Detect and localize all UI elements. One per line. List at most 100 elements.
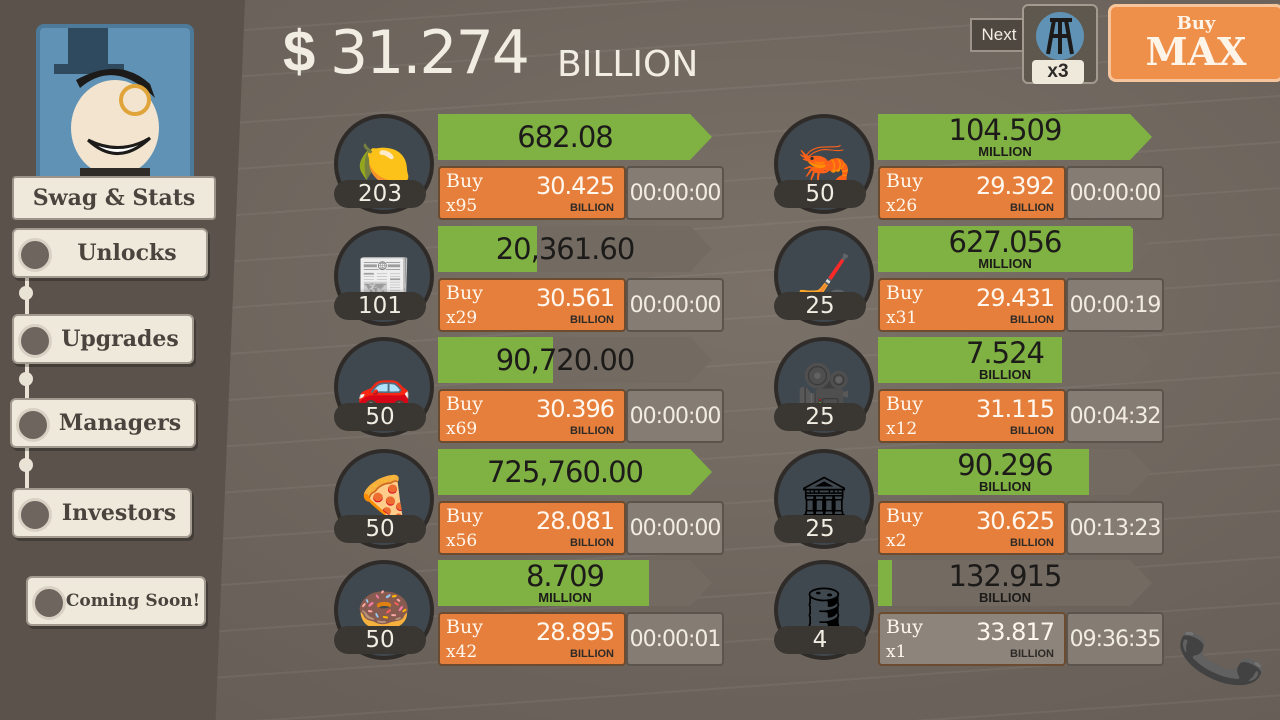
buy-quantity: x95 [446,196,478,216]
avatar[interactable] [36,24,194,192]
buy-quantity: x1 [886,642,907,662]
buy-quantity: x26 [886,196,918,216]
managers-label: Managers [58,410,182,436]
revenue-amount: 90.296 [957,448,1053,482]
revenue-unit: MILLION [538,590,592,605]
upgrades-button[interactable]: Upgrades [12,314,194,364]
menu-connector-dot [19,372,33,386]
buy-quantity: x29 [446,308,478,328]
upgrades-label: Upgrades [61,326,179,352]
buy-label: Buy [886,282,923,304]
owned-count: 101 [334,292,426,320]
revenue-progress-bar[interactable]: 90.296 BILLION [878,449,1152,495]
currency-symbol: $ [283,19,316,84]
buy-cost-unit: BILLION [1010,314,1054,326]
buy-label: Buy [446,393,483,415]
next-multiplier: x3 [1032,60,1084,84]
cycle-timer: 00:13:23 [1066,501,1164,555]
coming-soon-label: Coming Soon! [65,591,201,611]
buy-button[interactable]: Buy x31 29.431 BILLION [878,278,1066,332]
unlocks-label: Unlocks [77,240,177,266]
owned-count: 4 [774,626,866,654]
revenue-progress-bar[interactable]: 725,760.00 [438,449,712,495]
buy-cost-unit: BILLION [570,537,614,549]
revenue-progress-bar[interactable]: 104.509 MILLION [878,114,1152,160]
managers-button[interactable]: Managers [10,398,196,448]
revenue-text: 8.709 MILLION [438,560,692,606]
buy-button[interactable]: Buy x26 29.392 BILLION [878,166,1066,220]
cycle-timer: 00:00:19 [1066,278,1164,332]
buy-quantity: x31 [886,308,918,328]
revenue-amount: 104.509 [948,113,1063,147]
buy-quantity: x56 [446,531,478,551]
revenue-text: 90,720.00 [438,337,692,383]
business-row: 🛢 4 132.915 BILLION Buy x1 33.817 BILLION 09:36:… [774,560,1214,666]
revenue-progress-bar[interactable]: 682.08 [438,114,712,160]
buy-button[interactable]: Buy x29 30.561 BILLION [438,278,626,332]
next-label: Next [970,18,1028,52]
buy-mode: MAX [1145,29,1247,74]
revenue-unit: BILLION [979,479,1031,494]
revenue-progress-bar[interactable]: 90,720.00 [438,337,712,383]
buy-button[interactable]: Buy x95 30.425 BILLION [438,166,626,220]
next-unlock-box[interactable]: x3 [1022,4,1098,84]
cycle-timer: 00:00:01 [626,612,724,666]
buy-max-button[interactable]: Buy MAX [1108,4,1280,82]
business-row: 🍋 203 682.08 Buy x95 30.425 BILLION 00:00:00 [334,114,774,220]
tag-hole-icon [18,238,52,272]
revenue-amount: 8.709 [525,559,605,593]
buy-cost-unit: BILLION [1010,202,1054,214]
revenue-amount: 20,361.60 [495,231,636,266]
buy-button[interactable]: Buy x2 30.625 BILLION [878,501,1066,555]
business-row: 🎥 25 7.524 BILLION Buy x12 31.115 BILLION 00:04:… [774,337,1214,443]
cycle-timer: 00:00:00 [626,278,724,332]
business-row: 🍩 50 8.709 MILLION Buy x42 28.895 BILLION 00:00:… [334,560,774,666]
buy-button[interactable]: Buy x69 30.396 BILLION [438,389,626,443]
buy-button[interactable]: Buy x56 28.081 BILLION [438,501,626,555]
buy-button[interactable]: Buy x1 33.817 BILLION [878,612,1066,666]
buy-label: Buy [446,616,483,638]
buy-button[interactable]: Buy x42 28.895 BILLION [438,612,626,666]
cycle-timer: 00:00:00 [1066,166,1164,220]
buy-cost: 28.081 [536,507,615,535]
owned-count: 203 [334,180,426,208]
owned-count: 25 [774,515,866,543]
menu-connector-dot [19,458,33,472]
revenue-text: 627.056 MILLION [878,226,1132,272]
buy-cost: 29.392 [976,172,1055,200]
buy-label: Buy [886,505,923,527]
owned-count: 50 [334,626,426,654]
cycle-timer: 00:00:00 [626,501,724,555]
owned-count: 50 [774,180,866,208]
investors-label: Investors [61,500,177,526]
coming-soon-button[interactable]: Coming Soon! [26,576,206,626]
buy-cost: 30.561 [536,284,615,312]
revenue-progress-bar[interactable]: 7.524 BILLION [878,337,1152,383]
swag-stats-ribbon[interactable]: Swag & Stats [12,176,216,220]
buy-cost: 30.396 [536,395,615,423]
buy-label: Buy [886,170,923,192]
buy-label: Buy [886,616,923,638]
business-row: 🚗 50 90,720.00 Buy x69 30.396 BILLION 00:00:00 [334,337,774,443]
buy-button[interactable]: Buy x12 31.115 BILLION [878,389,1066,443]
buy-quantity: x2 [886,531,907,551]
revenue-amount: 725,760.00 [486,454,644,489]
revenue-progress-bar[interactable]: 627.056 MILLION [878,226,1152,272]
revenue-amount: 132.915 [948,559,1063,593]
revenue-progress-bar[interactable]: 8.709 MILLION [438,560,712,606]
unlocks-button[interactable]: Unlocks [12,228,208,278]
revenue-unit: MILLION [978,256,1032,271]
business-row: 📰 101 20,361.60 Buy x29 30.561 BILLION 00:00:00 [334,226,774,332]
buy-cost-unit: BILLION [1010,425,1054,437]
buy-cost: 30.425 [536,172,615,200]
buy-cost-unit: BILLION [570,202,614,214]
oil-rig-icon [1036,12,1084,60]
revenue-text: 7.524 BILLION [878,337,1132,383]
revenue-progress-bar[interactable]: 132.915 BILLION [878,560,1152,606]
revenue-text: 132.915 BILLION [878,560,1132,606]
investors-button[interactable]: Investors [12,488,192,538]
buy-cost: 31.115 [976,395,1055,423]
business-row: 🦐 50 104.509 MILLION Buy x26 29.392 BILLION 00:0… [774,114,1214,220]
revenue-progress-bar[interactable]: 20,361.60 [438,226,712,272]
tag-hole-icon [16,408,50,442]
